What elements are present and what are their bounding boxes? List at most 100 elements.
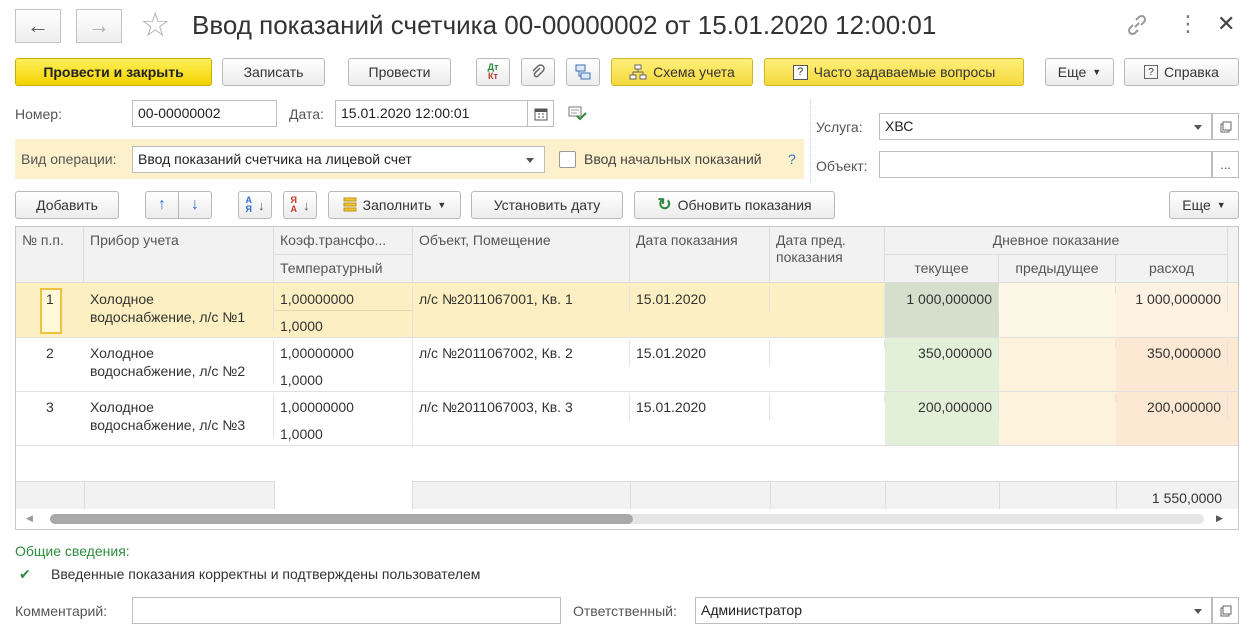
row-3-coef[interactable]: 1,00000000 xyxy=(274,394,413,420)
faq-button[interactable]: ? Часто задаваемые вопросы xyxy=(764,58,1024,86)
initial-readings-help-icon[interactable]: ? xyxy=(788,151,796,167)
object-field[interactable] xyxy=(879,151,1212,178)
row-1-previous[interactable] xyxy=(999,286,1116,294)
move-down-button[interactable]: ↓ xyxy=(178,191,212,219)
help-button[interactable]: ? Справка xyxy=(1124,58,1239,86)
row-2-temp[interactable]: 1,0000 xyxy=(274,367,413,393)
row-2-device[interactable]: Холодное водоснабжение, л/с №2 xyxy=(84,340,274,384)
number-field[interactable]: 00-00000002 xyxy=(132,100,277,127)
initial-readings-label: Ввод начальных показаний xyxy=(584,151,762,167)
structure-button[interactable] xyxy=(566,58,600,86)
post-button[interactable]: Провести xyxy=(348,58,451,86)
kebab-menu-icon[interactable]: ⋮ xyxy=(1177,10,1199,38)
sort-asc-button[interactable]: А Я ↓ xyxy=(238,191,272,219)
header-date[interactable]: Дата показания xyxy=(630,227,770,283)
row-2-consumption[interactable]: 350,000000 xyxy=(1116,340,1228,366)
row-3-prev-date[interactable] xyxy=(770,394,885,402)
row-3-num[interactable]: 3 xyxy=(40,394,84,420)
set-date-button[interactable]: Установить дату xyxy=(471,191,623,219)
row-3-temp[interactable]: 1,0000 xyxy=(274,421,413,447)
service-label: Услуга: xyxy=(816,119,863,135)
general-info-title[interactable]: Общие сведения: xyxy=(15,543,130,559)
table-more-button[interactable]: Еще ▼ xyxy=(1169,191,1239,219)
dtkt-report-button[interactable]: Дт Кт xyxy=(476,58,510,86)
date-field[interactable]: 15.01.2020 12:00:01 xyxy=(335,100,528,127)
row-2-previous[interactable] xyxy=(999,340,1116,348)
link-icon[interactable] xyxy=(1124,12,1150,41)
operation-dropdown-icon[interactable] xyxy=(526,158,534,163)
save-button[interactable]: Записать xyxy=(222,58,325,86)
row-1-current[interactable]: 1 000,000000 xyxy=(885,286,999,312)
operation-select[interactable]: Ввод показаний счетчика на лицевой счет xyxy=(132,146,545,173)
responsible-open-button[interactable] xyxy=(1212,597,1239,624)
favorite-star-icon[interactable]: ☆ xyxy=(140,6,170,44)
row-separator xyxy=(16,445,1238,446)
header-current[interactable]: текущее xyxy=(885,255,999,283)
footer-total-consumption: 1 550,0000 xyxy=(1151,490,1222,506)
header-coef[interactable]: Коэф.трансфо... xyxy=(274,227,413,255)
readings-table[interactable]: № п.п. Прибор учета Коэф.трансфо... Темп… xyxy=(15,226,1239,530)
table-footer xyxy=(16,481,1238,509)
row-2-num[interactable]: 2 xyxy=(40,340,84,366)
dropdown-arrow-icon: ▼ xyxy=(437,200,447,210)
responsible-dropdown-icon[interactable] xyxy=(1194,609,1202,614)
initial-readings-checkbox[interactable] xyxy=(559,151,576,168)
forward-button[interactable]: → xyxy=(76,9,122,43)
row-1-date[interactable]: 15.01.2020 xyxy=(630,286,770,312)
header-consumption[interactable]: расход xyxy=(1116,255,1228,283)
comment-field[interactable] xyxy=(132,597,561,624)
row-3-current[interactable]: 200,000000 xyxy=(885,394,999,420)
dropdown-arrow-icon: ▼ xyxy=(1216,200,1226,210)
row-3-previous[interactable] xyxy=(999,394,1116,402)
calendar-button[interactable] xyxy=(527,100,554,127)
move-up-button[interactable]: ↑ xyxy=(145,191,179,219)
accounting-scheme-button[interactable]: Схема учета xyxy=(611,58,753,86)
sort-desc-button[interactable]: Я А ↓ xyxy=(283,191,317,219)
object-label: Объект: xyxy=(816,158,868,174)
header-device[interactable]: Прибор учета xyxy=(84,227,274,283)
horizontal-scrollbar-thumb[interactable] xyxy=(50,514,633,524)
responsible-select[interactable]: Администратор xyxy=(695,597,1212,624)
arrow-right-icon: → xyxy=(88,13,110,38)
row-2-date[interactable]: 15.01.2020 xyxy=(630,340,770,366)
arrow-left-icon: ← xyxy=(27,13,49,38)
post-and-close-button[interactable]: Провести и закрыть xyxy=(15,58,212,86)
header-object[interactable]: Объект, Помещение xyxy=(413,227,630,283)
footer-col-sep xyxy=(630,481,631,509)
row-1-temp[interactable]: 1,0000 xyxy=(274,313,413,339)
service-dropdown-icon[interactable] xyxy=(1194,125,1202,130)
attach-button[interactable] xyxy=(521,58,555,86)
row-3-date[interactable]: 15.01.2020 xyxy=(630,394,770,420)
row-2-prev-date[interactable] xyxy=(770,340,885,348)
row-3-device[interactable]: Холодное водоснабжение, л/с №3 xyxy=(84,394,274,438)
header-num[interactable]: № п.п. xyxy=(16,227,84,283)
fill-button[interactable]: Заполнить ▼ xyxy=(328,191,461,219)
header-prev-date[interactable]: Дата пред. показания xyxy=(770,227,885,283)
header-previous[interactable]: предыдущее xyxy=(999,255,1116,283)
row-1-device[interactable]: Холодное водоснабжение, л/с №1 xyxy=(84,286,274,330)
check-document-icon[interactable] xyxy=(567,104,587,125)
dtkt-bottom: Кт xyxy=(488,71,498,81)
scroll-right-icon[interactable]: ▶ xyxy=(1216,513,1223,524)
row-2-object[interactable]: л/с №2011067002, Кв. 2 xyxy=(413,340,630,366)
refresh-readings-button[interactable]: ↻ Обновить показания xyxy=(634,191,835,219)
arrow-down-icon: ↓ xyxy=(191,196,199,213)
service-open-button[interactable] xyxy=(1212,113,1239,140)
row-separator xyxy=(16,337,1238,338)
row-2-coef[interactable]: 1,00000000 xyxy=(274,340,413,366)
more-button[interactable]: Еще ▼ xyxy=(1045,58,1114,86)
row-3-consumption[interactable]: 200,000000 xyxy=(1116,394,1228,420)
row-1-prev-date[interactable] xyxy=(770,286,885,336)
back-button[interactable]: ← xyxy=(15,9,61,43)
row-2-current[interactable]: 350,000000 xyxy=(885,340,999,366)
object-select-button[interactable]: ... xyxy=(1212,151,1239,178)
add-row-button[interactable]: Добавить xyxy=(15,191,119,219)
row-1-consumption[interactable]: 1 000,000000 xyxy=(1116,286,1228,312)
header-temp[interactable]: Температурный xyxy=(274,255,413,283)
row-3-object[interactable]: л/с №2011067003, Кв. 3 xyxy=(413,394,630,420)
close-icon[interactable]: ✕ xyxy=(1217,10,1235,38)
row-1-coef[interactable]: 1,00000000 xyxy=(274,286,413,312)
row-1-object[interactable]: л/с №2011067001, Кв. 1 xyxy=(413,286,630,312)
scroll-left-icon[interactable]: ◀ xyxy=(26,513,33,524)
service-select[interactable]: ХВС xyxy=(879,113,1212,140)
